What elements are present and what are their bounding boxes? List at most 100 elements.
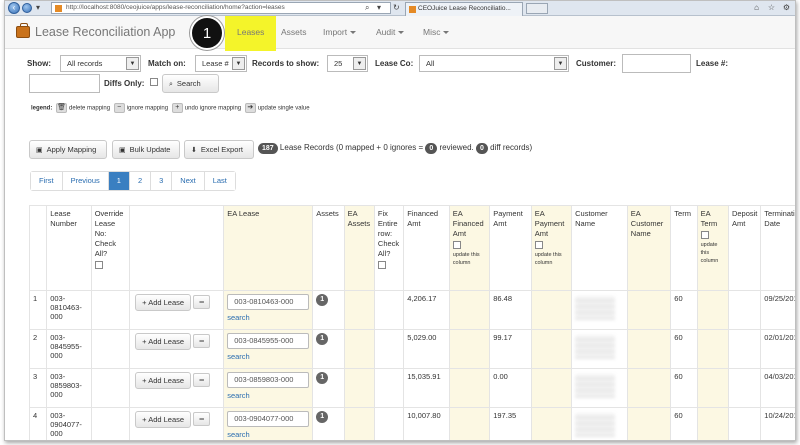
dropdown-icon[interactable]: ▾ [36, 3, 40, 13]
home-icon[interactable]: ⌂ [750, 2, 763, 13]
bulk-update-button[interactable]: ▣ Bulk Update [112, 140, 180, 159]
browser-tab[interactable]: CEOJuice Lease Reconciliatio... [405, 2, 523, 16]
ignore-mapping-button[interactable]: − [193, 295, 211, 309]
fix-entire-check-all[interactable] [377, 261, 386, 269]
termination-cell: 04/03/2019 [760, 368, 795, 408]
actions-cell: + Add Lease − [129, 290, 225, 330]
assets-badge[interactable]: 1 [316, 333, 329, 345]
assets-badge[interactable]: 1 [316, 372, 329, 384]
page-last[interactable]: Last [204, 172, 235, 190]
ea-payment-cell [530, 329, 573, 369]
search-button[interactable]: ⌕ Search [162, 74, 219, 93]
fix-entire-cell [373, 329, 405, 369]
add-lease-label: Add Lease [148, 337, 185, 346]
ea-assets-cell [343, 290, 375, 330]
page-1[interactable]: 1 [108, 172, 130, 190]
lease-number-input[interactable] [29, 74, 100, 93]
assets-cell: 1 [312, 407, 345, 440]
excel-export-button[interactable]: ⬇ Excel Export [184, 140, 254, 159]
diff-count-badge: 0 [475, 143, 488, 154]
ea-lease-input[interactable]: 003-0859803-000 [227, 372, 310, 388]
ea-payment-cell [530, 290, 573, 330]
app-title[interactable]: Lease Reconciliation App [35, 25, 175, 39]
assets-badge[interactable]: 1 [316, 411, 329, 423]
actions-cell: + Add Lease − [129, 329, 225, 369]
ea-financed-cell [448, 290, 491, 330]
search-link[interactable]: search [227, 313, 309, 322]
nav-leases[interactable]: Leases [237, 27, 264, 37]
search-link[interactable]: search [227, 430, 309, 439]
search-link[interactable]: search [227, 391, 309, 400]
ea-payment-cell [530, 407, 573, 440]
nav-misc[interactable]: Misc [423, 27, 450, 37]
ea-lease-input[interactable]: 003-0904077-000 [227, 411, 310, 427]
add-lease-button[interactable]: + Add Lease [135, 372, 192, 389]
lease-co-value: All [426, 59, 435, 68]
add-lease-button[interactable]: + Add Lease [135, 411, 192, 428]
ea-lease-input[interactable]: 003-0845955-000 [227, 333, 310, 349]
col-assets: Assets [312, 205, 345, 291]
star-icon[interactable]: ☆ [765, 2, 778, 13]
page-first[interactable]: First [31, 172, 63, 190]
match-on-value: Lease # [202, 59, 229, 68]
chevron-down-icon: ▼ [554, 57, 567, 70]
page-3[interactable]: 3 [151, 172, 173, 190]
override-cell [90, 290, 131, 330]
financed-cell: 4,206.17 [403, 290, 450, 330]
search-icon[interactable]: ⌕ [365, 3, 369, 13]
dropdown-icon[interactable]: ▾ [377, 3, 381, 13]
search-link[interactable]: search [227, 352, 309, 361]
assets-badge[interactable]: 1 [316, 294, 329, 306]
customer-input[interactable] [622, 54, 691, 73]
page-previous[interactable]: Previous [62, 172, 109, 190]
ea-customer-cell [626, 329, 672, 369]
nav-assets[interactable]: Assets [281, 27, 307, 37]
page-2[interactable]: 2 [129, 172, 152, 190]
page-next[interactable]: Next [172, 172, 205, 190]
add-lease-button[interactable]: + Add Lease [135, 333, 192, 350]
show-select[interactable]: All records ▼ [60, 55, 141, 72]
caret-down-icon [398, 31, 405, 35]
show-label: Show: [27, 59, 51, 68]
browser-window: ‹ ▾ http://localhost:8080/ceojuice/apps/… [4, 0, 796, 441]
ea-financed-cell [448, 407, 491, 440]
refresh-icon[interactable]: ↻ [393, 3, 400, 13]
update-payment-checkbox[interactable] [534, 241, 543, 249]
lease-number-label: Lease #: [696, 59, 729, 68]
nav-import[interactable]: Import [323, 27, 357, 37]
gear-icon[interactable]: ⚙ [780, 2, 793, 13]
arrow-right-icon: ➔ [244, 103, 256, 113]
table-header-row: Lease Number Override Lease No: Check Al… [28, 205, 795, 291]
override-check-all[interactable] [94, 261, 103, 269]
term-cell: 60 [670, 368, 698, 408]
term-cell: 60 [670, 290, 698, 330]
briefcase-icon [16, 23, 30, 38]
row-number: 2 [28, 329, 48, 369]
term-cell: 60 [670, 407, 698, 440]
col-override: Override Lease No: Check All? [90, 205, 131, 291]
ea-payment-cell [530, 368, 573, 408]
update-term-checkbox[interactable] [700, 231, 709, 239]
new-tab-button[interactable] [526, 3, 548, 14]
address-bar[interactable]: http://localhost:8080/ceojuice/apps/leas… [51, 2, 391, 14]
ignore-mapping-button[interactable]: − [193, 373, 211, 387]
nav-audit[interactable]: Audit [376, 27, 405, 37]
redacted-customer [575, 296, 616, 320]
trash-icon: 🗑 [56, 103, 68, 113]
ea-term-cell [696, 407, 729, 440]
ea-lease-input[interactable]: 003-0810463-000 [227, 294, 310, 310]
ignore-mapping-button[interactable]: − [193, 412, 211, 426]
add-lease-button[interactable]: + Add Lease [135, 294, 192, 311]
forward-icon[interactable] [22, 3, 32, 13]
legend-label: ignore mapping [126, 105, 169, 112]
match-on-select[interactable]: Lease # ▼ [195, 55, 247, 72]
records-to-show-select[interactable]: 25 ▼ [327, 55, 368, 72]
update-financed-checkbox[interactable] [452, 241, 461, 249]
apply-mapping-button[interactable]: ▣ Apply Mapping [29, 140, 107, 159]
record-count-badge: 187 [258, 143, 278, 154]
ignore-mapping-button[interactable]: − [193, 334, 211, 348]
lease-co-select[interactable]: All ▼ [419, 55, 569, 72]
diffs-only-checkbox[interactable] [150, 78, 158, 86]
fix-entire-cell [373, 368, 405, 408]
back-icon[interactable]: ‹ [8, 2, 20, 14]
